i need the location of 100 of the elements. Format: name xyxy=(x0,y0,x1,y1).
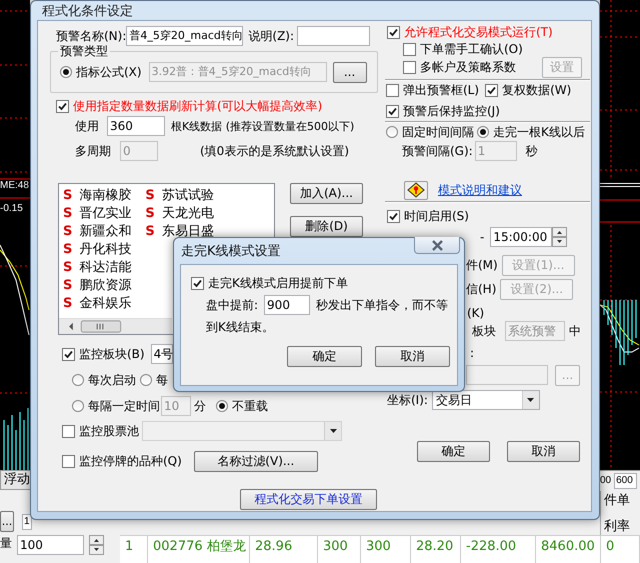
ok-button[interactable]: 确定 xyxy=(287,346,362,367)
checkmark-icon xyxy=(388,106,397,116)
separator-line xyxy=(600,183,640,187)
delete-button[interactable]: 删除(D) xyxy=(290,216,363,237)
checkbox[interactable]: 下单需手工确认(O) xyxy=(403,41,523,58)
input-field[interactable] xyxy=(297,26,370,46)
caret-icon xyxy=(527,398,534,402)
field-label: 中 xyxy=(569,322,581,340)
browse-button[interactable]: ... xyxy=(332,62,367,82)
field-label: 说明(Z): xyxy=(248,28,294,44)
field-label: 预警名称(N): xyxy=(56,28,126,44)
radio-label[interactable]: 走完一根K线以后 xyxy=(493,124,585,140)
scrollbar[interactable] xyxy=(59,318,172,334)
checkbox[interactable]: 预警后保持监控(J) xyxy=(386,102,500,120)
radio-button[interactable] xyxy=(60,66,72,78)
checkbox[interactable]: 走完K线模式启用提前下单 xyxy=(191,275,348,292)
indicator-reading: -0.15 xyxy=(0,203,23,214)
radio-button[interactable] xyxy=(386,126,398,138)
time-field[interactable]: 15:00:00 xyxy=(490,227,552,247)
group-title: 预警类型 xyxy=(58,43,110,60)
close-button[interactable] xyxy=(414,237,460,254)
checkbox[interactable]: 多帐户及策略系数 xyxy=(403,59,516,76)
spin-button[interactable] xyxy=(552,227,568,247)
radio-label[interactable]: 指标公式(X) xyxy=(76,64,142,80)
radio-label[interactable]: 固定时间间隔 xyxy=(402,124,474,140)
table-cell: 28.20 xyxy=(411,536,461,563)
radio-label[interactable]: 每 xyxy=(156,372,168,388)
option-label: 件(M) xyxy=(466,256,498,274)
list-item[interactable]: S 晋亿实业 xyxy=(63,205,132,223)
option-label: 信(H) xyxy=(466,280,496,298)
list-item[interactable]: S 鹏欣资源 xyxy=(63,277,132,295)
checkbox[interactable]: 监控板块(B) xyxy=(62,346,145,362)
table-cell: -228.00 xyxy=(461,536,536,563)
list-item[interactable]: S 苏试试验 xyxy=(145,187,214,205)
more-button[interactable]: ... xyxy=(0,511,14,532)
input-field[interactable]: 360 xyxy=(107,116,165,136)
table-cell: 002776 柏堡龙 xyxy=(148,536,250,563)
table-cell: 300 xyxy=(318,536,361,563)
list-item[interactable]: S 丹化科技 xyxy=(63,241,132,259)
input-field[interactable]: 普4_5穿20_macd转向 xyxy=(126,26,244,46)
input-field[interactable]: 1 xyxy=(22,514,32,530)
field-label: 量 xyxy=(0,535,12,552)
hint-text: 根K线数据 (推荐设置数量在500以下) xyxy=(171,118,354,134)
unit-label: 分 xyxy=(194,398,206,414)
checkmark-icon xyxy=(389,28,398,36)
indicator-reading: ME:48 xyxy=(0,180,29,191)
cancel-button[interactable]: 取消 xyxy=(375,346,450,367)
input-field[interactable]: 900 xyxy=(264,295,310,315)
input-field[interactable]: 100 xyxy=(17,535,84,555)
checkbox[interactable]: 监控停牌的品种(Q) xyxy=(62,452,182,470)
checkbox[interactable]: 使用指定数量数据刷新计算(可以大幅提高效率) xyxy=(56,98,322,114)
list-item[interactable]: S 海南橡胶 xyxy=(63,187,132,205)
field-label: 板块 xyxy=(472,322,496,340)
ok-button[interactable]: 确定 xyxy=(417,440,490,462)
list-item[interactable]: S 东易日盛 xyxy=(145,223,214,241)
table-cell: 1 xyxy=(120,536,148,563)
help-button[interactable] xyxy=(404,180,428,200)
window-title: 程式化条件设定 xyxy=(42,3,133,20)
field-label: 使用 xyxy=(75,118,99,134)
option-label: (K) xyxy=(467,306,484,320)
checkbox[interactable]: 允许程式化交易模式运行(T) xyxy=(387,24,553,40)
radio-button[interactable] xyxy=(140,374,152,386)
close-icon xyxy=(430,240,444,250)
field-label: 盘中提前: xyxy=(206,297,258,314)
dropdown[interactable]: 交易日 xyxy=(432,390,540,410)
checkmark-icon xyxy=(64,350,73,358)
radio-label[interactable]: 每次启动 xyxy=(88,372,136,388)
input-field[interactable]: 600 xyxy=(614,472,638,488)
field-label: 预警间隔(G): xyxy=(402,142,473,160)
help-link[interactable]: 模式说明和建议 xyxy=(438,182,522,198)
table-cell: 28.96 xyxy=(250,536,318,563)
checkbox[interactable]: 复权数据(W) xyxy=(485,82,572,98)
cancel-button[interactable]: 取消 xyxy=(507,440,580,462)
dash-text: - xyxy=(480,230,484,244)
add-button[interactable]: 加入(A)... xyxy=(290,183,363,204)
radio-button[interactable] xyxy=(72,374,84,386)
checkbox[interactable]: 时间启用(S) xyxy=(387,208,469,224)
radio-button[interactable] xyxy=(477,126,489,138)
checkbox[interactable]: 监控股票池 xyxy=(62,422,139,440)
caret-icon xyxy=(330,429,336,433)
checkmark-icon xyxy=(389,212,398,220)
list-item[interactable]: S 金科娱乐 xyxy=(63,295,132,313)
list-item[interactable]: S 新疆众和 xyxy=(63,223,132,241)
filter-button[interactable]: 名称过滤(V)... xyxy=(194,450,318,472)
label-text: 00 xyxy=(600,475,612,486)
hint-text: 秒发出下单指令，而不等 xyxy=(316,297,448,314)
warning-icon xyxy=(407,182,425,198)
spin-button[interactable] xyxy=(89,535,104,555)
field-label: 多周期 xyxy=(75,142,111,160)
field-label: : xyxy=(470,346,474,360)
checkbox[interactable]: 弹出预警框(L) xyxy=(386,82,480,98)
list-item[interactable]: S 天龙光电 xyxy=(145,205,214,223)
dialog-title: 走完K线模式设置 xyxy=(181,243,281,260)
hint-text: 到K线结束。 xyxy=(206,319,274,336)
order-settings-button[interactable]: 程式化交易下单设置 xyxy=(240,488,377,510)
table-cell: 300 xyxy=(361,536,411,563)
column-header: 件单 xyxy=(604,492,631,508)
hint-text: (填0表示的是系统默认设置) xyxy=(200,142,349,160)
dropdown[interactable]: 4号 xyxy=(150,344,173,364)
list-item[interactable]: S 科达洁能 xyxy=(63,259,132,277)
